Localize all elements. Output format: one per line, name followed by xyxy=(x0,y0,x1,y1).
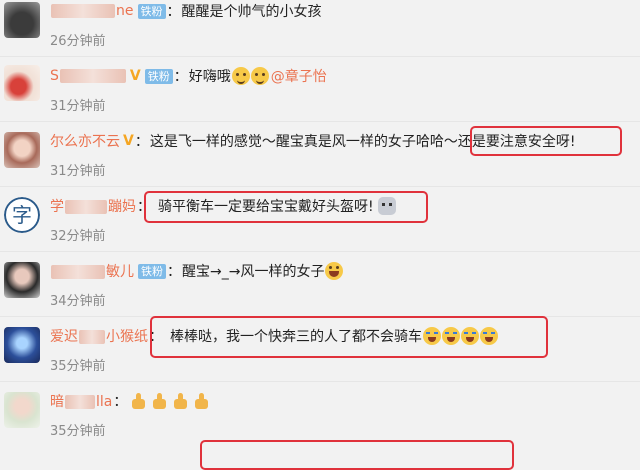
comment-time: 34分钟前 xyxy=(50,294,106,309)
thumbs-up-icon xyxy=(129,392,149,410)
fan-badge: 铁粉 xyxy=(138,263,166,279)
username[interactable]: ne xyxy=(50,3,134,19)
comment-item: 暗 lla ： 35分钟前 xyxy=(0,382,640,446)
comment-time: 35分钟前 xyxy=(50,359,106,374)
username[interactable]: 尔么亦不云 xyxy=(50,131,120,151)
avatar[interactable] xyxy=(4,392,40,428)
comment-text: 醒醒是个帅气的小女孩 xyxy=(181,4,322,20)
comment-line: ne 铁粉 ： 醒醒是个帅气的小女孩 xyxy=(50,0,322,22)
avatar[interactable] xyxy=(4,132,40,168)
username[interactable]: 爱迟 小猴纸 xyxy=(50,326,148,346)
username[interactable]: 暗 lla xyxy=(50,391,112,411)
verified-icon: V xyxy=(123,133,134,149)
comment-item: ne 铁粉 ： 醒醒是个帅气的小女孩 26分钟前 xyxy=(0,0,640,57)
highlight-box xyxy=(150,316,548,358)
comment-text: 醒宝→_→风一样的女子 xyxy=(182,264,325,280)
blush-emoji-icon xyxy=(250,67,269,85)
fan-badge: 铁粉 xyxy=(137,3,166,19)
comment-time: 31分钟前 xyxy=(50,164,106,179)
username[interactable]: 敏儿 xyxy=(50,261,134,281)
highlight-box xyxy=(200,440,514,470)
comment-item: S V 铁粉 ： 好嗨哦 @章子怡 31分钟前 xyxy=(0,57,640,122)
avatar[interactable] xyxy=(4,65,40,101)
comment-time: 32分钟前 xyxy=(50,229,106,244)
verified-icon: V xyxy=(129,68,141,84)
thumbs-up-icon xyxy=(150,392,170,410)
username[interactable]: 学蹦妈 xyxy=(50,196,136,216)
comment-time: 31分钟前 xyxy=(50,99,106,114)
thumbs-up-icon xyxy=(192,392,212,410)
comment-time: 26分钟前 xyxy=(50,34,106,49)
comment-time: 35分钟前 xyxy=(50,424,106,439)
fan-badge: 铁粉 xyxy=(144,68,173,84)
mention-link[interactable]: @章子怡 xyxy=(271,66,327,86)
highlight-box xyxy=(470,126,622,156)
comment-item: 敏儿 铁粉 ： 醒宝→_→风一样的女子 34分钟前 xyxy=(0,252,640,317)
laugh-emoji-icon xyxy=(325,262,344,280)
avatar[interactable] xyxy=(4,327,40,363)
highlight-box xyxy=(144,191,428,223)
thumbs-up-icon xyxy=(171,392,191,410)
avatar[interactable]: 字 xyxy=(4,197,40,233)
comment-text: 这是飞一样的感觉～醒宝真是风一样的女子哈哈～ xyxy=(149,134,458,150)
blush-emoji-icon xyxy=(231,67,250,85)
comment-line: S V 铁粉 ： 好嗨哦 @章子怡 xyxy=(50,66,327,86)
comment-text: 好嗨哦 xyxy=(188,69,231,85)
avatar[interactable] xyxy=(4,2,40,38)
comment-line: 暗 lla ： xyxy=(50,390,212,412)
avatar[interactable] xyxy=(4,262,40,298)
username[interactable]: S xyxy=(50,68,127,84)
comment-line: 敏儿 铁粉 ： 醒宝→_→风一样的女子 xyxy=(50,260,344,282)
